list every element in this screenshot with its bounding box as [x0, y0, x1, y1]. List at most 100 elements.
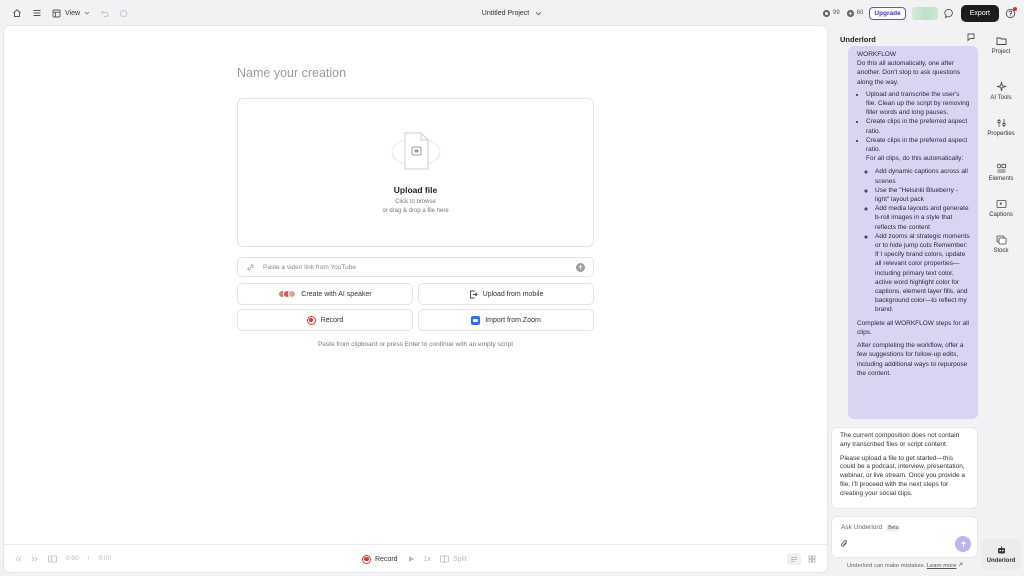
create-with-ai-speaker-button[interactable]: Create with AI speaker — [237, 283, 413, 305]
project-title[interactable]: Untitled Project — [482, 10, 529, 17]
script-view-toggle[interactable] — [787, 553, 801, 565]
workflow-substep: Add dynamic captions across all scenes — [875, 167, 970, 185]
rail-item-properties[interactable]: Properties — [981, 118, 1021, 137]
home-icon[interactable] — [12, 8, 22, 18]
undo-icon[interactable] — [100, 9, 109, 18]
file-upload-icon — [390, 129, 442, 177]
stock-icon — [996, 235, 1007, 245]
workflow-step-text: Create clips in the preferred aspect rat… — [866, 136, 968, 154]
collaborators-avatar[interactable] — [911, 6, 938, 20]
import-from-zoom-button[interactable]: Import from Zoom — [418, 309, 594, 331]
record-button[interactable]: Record — [237, 309, 413, 331]
chevron-down-icon[interactable] — [535, 10, 542, 17]
time-current: 0:00 — [66, 555, 79, 562]
captions-icon — [996, 199, 1007, 209]
panel-toggle-icon[interactable] — [48, 555, 57, 563]
record-label: Record — [320, 316, 344, 324]
timeline-record-label: Record — [375, 555, 398, 563]
right-rail: Project AI Tools Properties Elements Cap… — [981, 26, 1024, 576]
workflow-heading: WORKFLOW — [857, 51, 896, 58]
upload-mobile-label: Upload from mobile — [482, 290, 544, 298]
link-icon — [246, 263, 255, 272]
video-link-field[interactable] — [237, 257, 594, 277]
rail-item-underlord[interactable]: Underlord — [981, 539, 1021, 570]
rail-item-ai-tools[interactable]: AI Tools — [981, 81, 1021, 101]
send-button[interactable] — [955, 536, 971, 552]
upload-subtitle-2: or drag & drop a file here — [382, 208, 449, 214]
rail-label: Underlord — [986, 558, 1016, 564]
layout-icon — [52, 9, 61, 18]
playback-speed[interactable]: 1x — [424, 556, 431, 563]
folder-icon — [996, 36, 1007, 46]
media-credit-value: 99 — [833, 10, 840, 16]
time-separator: / — [87, 555, 90, 562]
rail-label: Elements — [988, 176, 1014, 182]
rail-label: Stock — [993, 248, 1009, 254]
upload-title: Upload file — [393, 185, 438, 195]
menu-icon[interactable] — [32, 8, 42, 18]
sparkle-icon — [996, 81, 1007, 92]
rail-label: Captions — [989, 212, 1013, 218]
upload-dropzone[interactable]: Upload file Click to browse or drag & dr… — [237, 98, 594, 247]
ask-underlord-box[interactable]: Ask Underlord Beta — [831, 516, 978, 558]
rail-label: Project — [991, 49, 1011, 55]
editor-canvas: Name your creation Upload file Click to … — [4, 26, 827, 572]
redo-icon[interactable] — [119, 9, 128, 18]
comment-icon[interactable] — [944, 8, 955, 19]
play-icon[interactable] — [407, 555, 415, 563]
paste-hint: Paste from clipboard or press Enter to c… — [317, 341, 514, 348]
upgrade-button[interactable]: Upgrade — [869, 6, 906, 20]
ask-label: Ask Underlord Beta — [841, 524, 901, 531]
rail-item-project[interactable]: Project — [981, 36, 1021, 55]
disclaimer-text: Underlord can make mistakes. — [846, 563, 926, 569]
video-link-input[interactable] — [263, 263, 568, 271]
workflow-steps: Upload and transcribe the user's file. C… — [857, 90, 970, 315]
time-total: 0:00 — [98, 555, 112, 562]
external-link-icon — [958, 562, 963, 567]
media-credits[interactable]: 99 — [822, 9, 840, 18]
zoom-label: Import from Zoom — [485, 316, 541, 324]
timeline-record-button[interactable]: Record — [362, 554, 398, 564]
help-icon[interactable] — [1005, 6, 1017, 19]
view-menu-button[interactable]: View — [52, 9, 90, 18]
zoom-icon — [471, 315, 481, 325]
new-chat-icon[interactable] — [966, 32, 976, 42]
rail-label: AI Tools — [990, 95, 1012, 101]
shapes-icon — [996, 163, 1007, 173]
export-button[interactable]: Export — [960, 4, 999, 22]
rail-item-elements[interactable]: Elements — [981, 163, 1021, 182]
upload-subtitle-1: Click to browse — [395, 199, 436, 205]
sliders-icon — [996, 118, 1007, 128]
workflow-substep: Use the "Helsinki Blueberry - light" lay… — [875, 186, 970, 204]
project-name-input[interactable]: Name your creation — [237, 66, 346, 80]
learn-more-link[interactable]: Learn more — [927, 563, 957, 569]
disclaimer: Underlord can make mistakes. Learn more — [830, 562, 980, 569]
ai-credits[interactable]: 60 — [846, 9, 864, 18]
upload-from-mobile-button[interactable]: Upload from mobile — [418, 283, 594, 305]
split-button[interactable]: Split — [440, 555, 467, 563]
rail-item-stock[interactable]: Stock — [981, 235, 1021, 254]
underlord-chat-panel: Underlord WORKFLOW Do this all automatic… — [830, 26, 980, 576]
submit-link-icon[interactable] — [576, 262, 585, 272]
record-icon — [362, 554, 371, 564]
view-label: View — [65, 9, 81, 17]
workflow-step: Create clips in the preferred aspect rat… — [866, 117, 970, 135]
paperclip-icon[interactable] — [840, 539, 849, 548]
workflow-step: Create clips in the preferred aspect rat… — [866, 136, 970, 315]
ai-speaker-faces-icon — [278, 290, 297, 298]
skip-forward-icon[interactable] — [31, 555, 39, 563]
rail-item-captions[interactable]: Captions — [981, 199, 1021, 218]
skip-back-icon[interactable] — [14, 555, 22, 563]
grid-view-toggle[interactable] — [805, 553, 819, 565]
chat-title: Underlord — [840, 35, 876, 44]
rail-label: Properties — [987, 131, 1015, 137]
record-icon — [306, 315, 316, 325]
ai-message-p1: The current composition does not contain… — [840, 432, 960, 448]
workflow-substeps: Add dynamic captions across all scenes U… — [866, 167, 970, 314]
user-message-bubble: WORKFLOW Do this all automatically, one … — [848, 46, 978, 419]
workflow-after: After completing the workflow, offer a f… — [857, 342, 968, 377]
chevron-down-icon — [84, 10, 90, 16]
media-credit-icon — [822, 9, 831, 18]
ai-credit-value: 60 — [856, 10, 864, 16]
all-clips-intro: For all clips, do this automatically: — [866, 155, 964, 163]
